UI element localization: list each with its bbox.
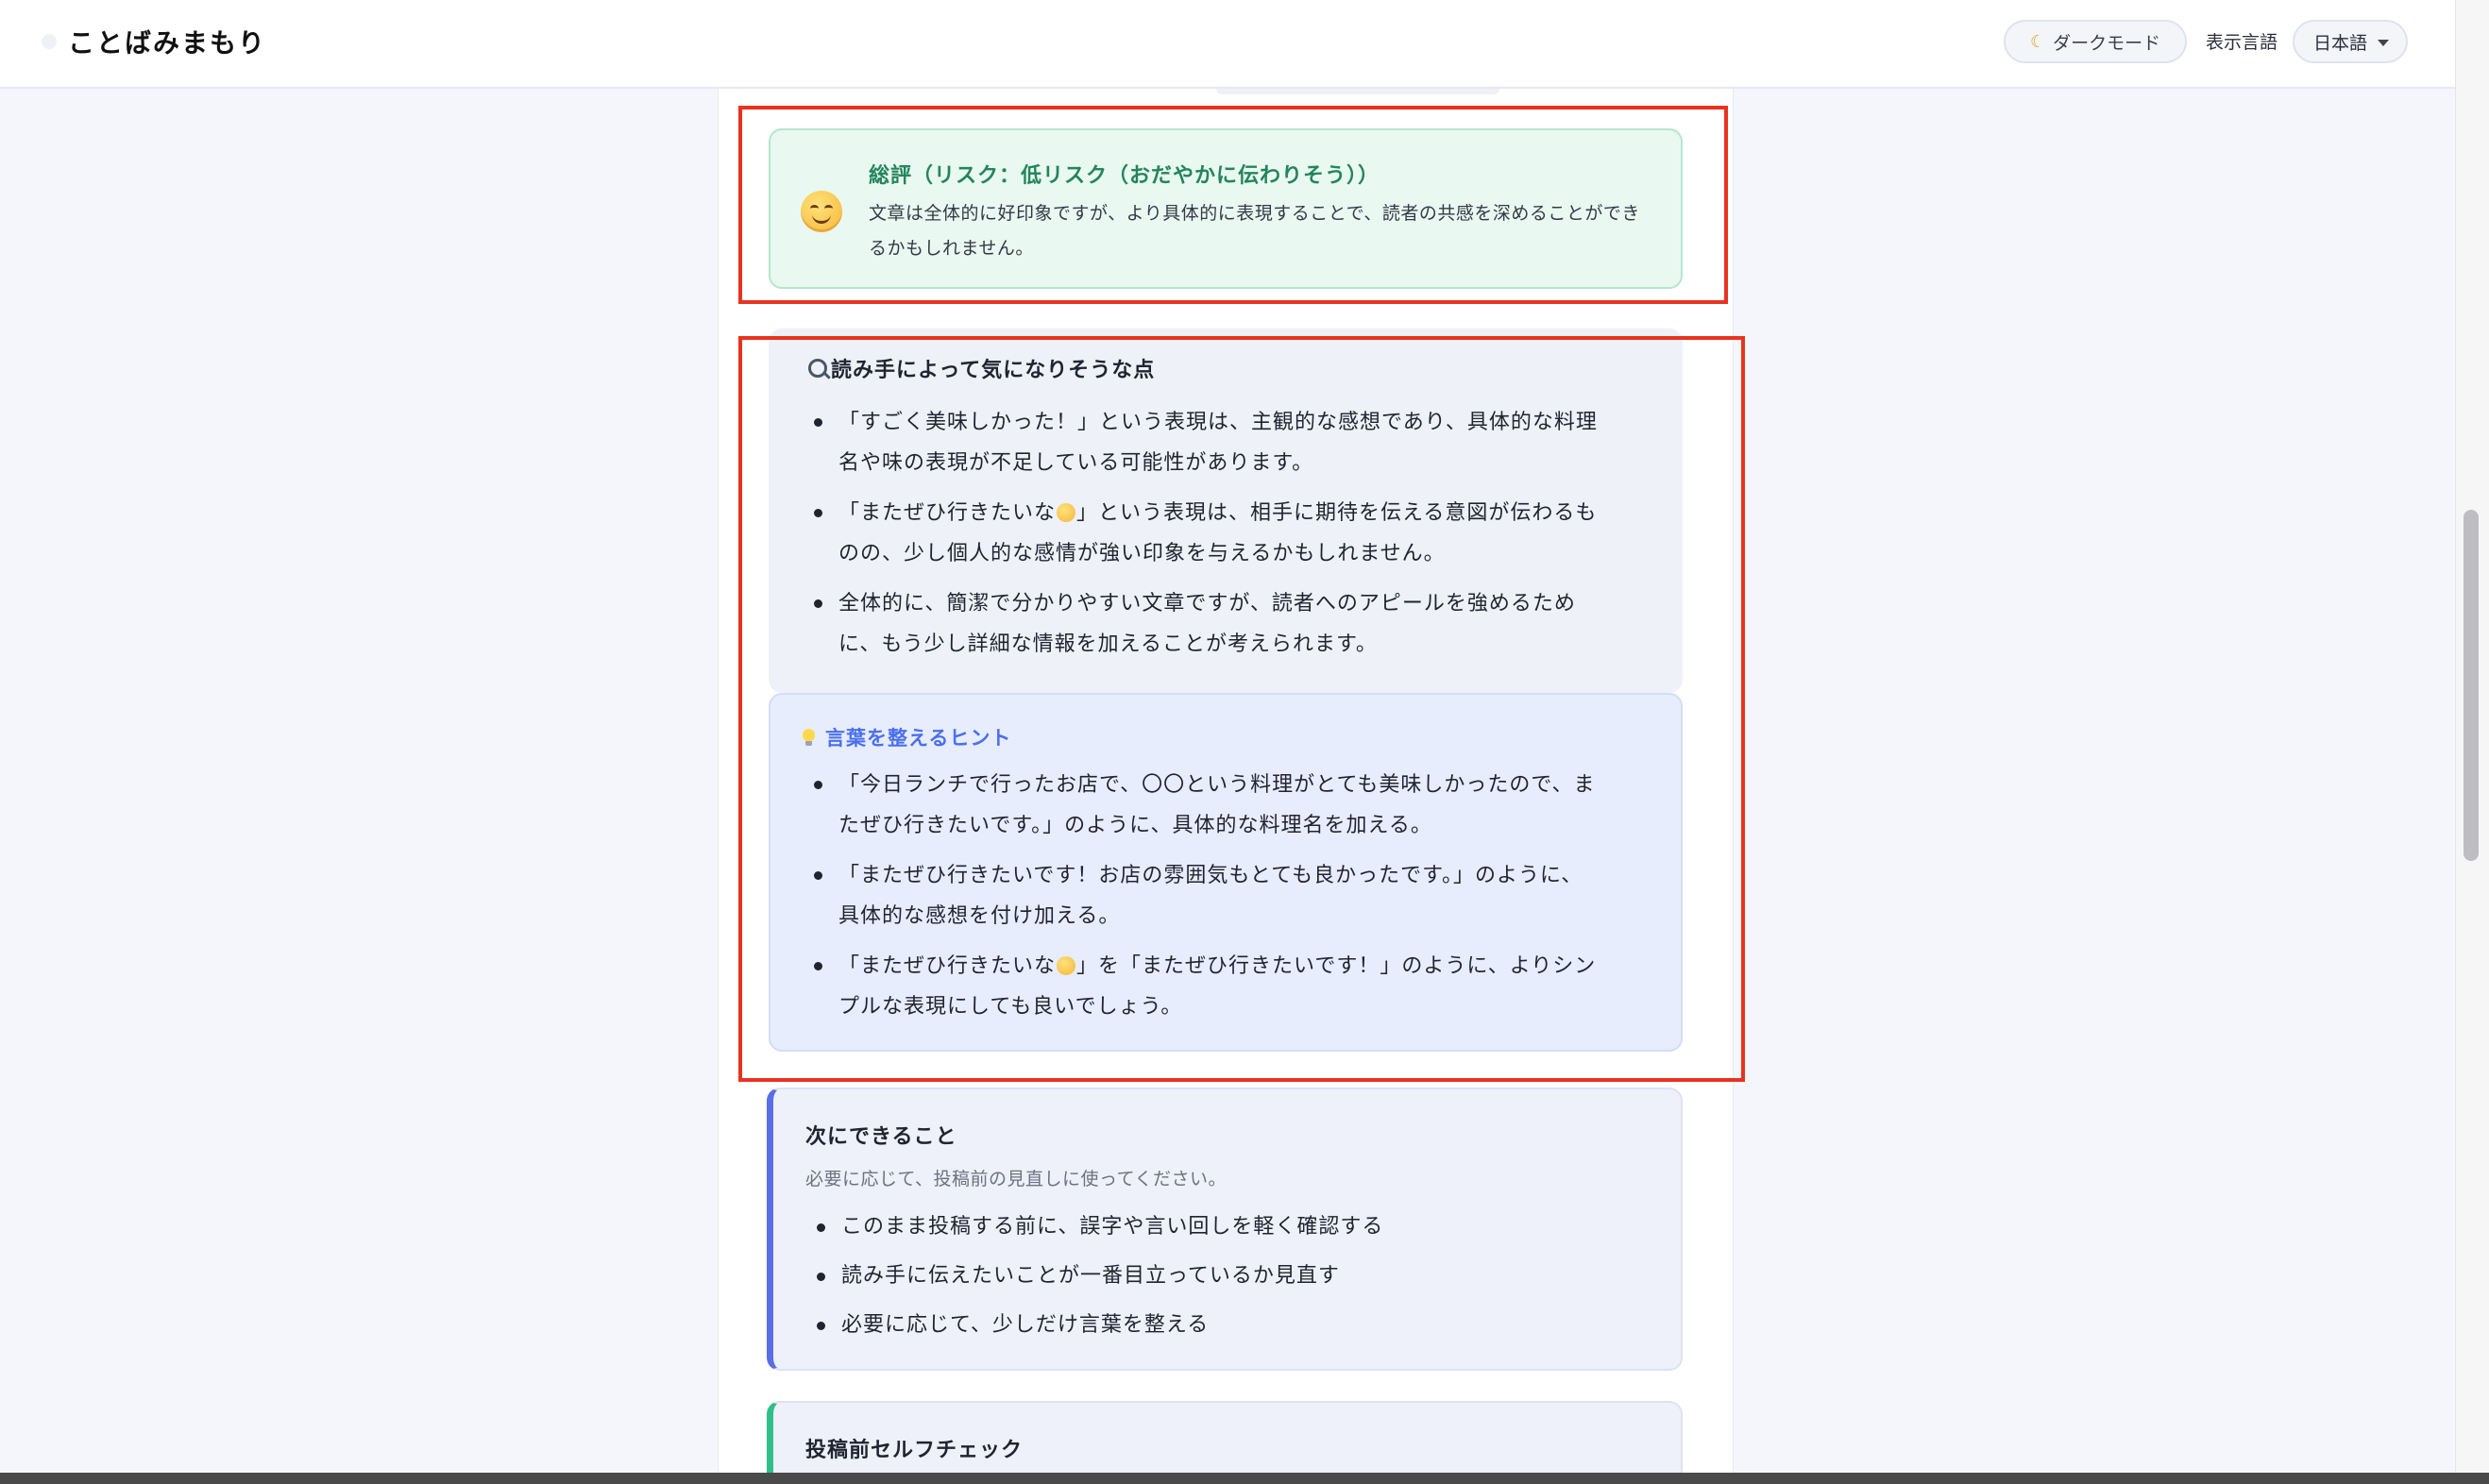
window-bottom-edge: [0, 1473, 2489, 1484]
summary-title: 総評（リスク：低リスク（おだやかに伝わりそう））: [869, 164, 1380, 188]
list-item-line: 「今日ランチで行ったお店で、〇〇という料理がとても美味しかったので、ま: [838, 773, 1596, 797]
list-item: 「今日ランチで行ったお店で、〇〇という料理がとても美味しかったので、ま たぜひ行…: [814, 765, 1669, 846]
summary-card: 総評（リスク：低リスク（おだやかに伝わりそう）） 文章は全体的に好印象ですが、よ…: [769, 128, 1683, 289]
reader-concerns-list: 「すごく美味しかった！」という表現は、主観的な感想であり、具体的な料理 名や味の…: [814, 402, 1669, 665]
next-steps-heading: 次にできること: [805, 1125, 957, 1149]
list-item-line: に、もう少し詳細な情報を加えることが考えられます。: [838, 632, 1378, 656]
self-check-heading: 投稿前セルフチェック: [805, 1439, 1024, 1462]
wording-hints-heading: 言葉を整えるヒント: [825, 727, 1012, 750]
scrollbar-thumb[interactable]: [2464, 510, 2479, 861]
list-item-line: 「またぜひ行きたいな 」という表現は、相手に期待を伝える意図が伝わるも: [838, 493, 1669, 533]
list-item: 全体的に、簡潔で分かりやすい文章ですが、読者へのアピールを強めるため に、もう少…: [814, 583, 1669, 665]
list-item-line: のの、少し個人的な感情が強い印象を与えるかもしれません。: [838, 542, 1446, 565]
smiling-face-icon: [801, 191, 842, 232]
list-item: 「またぜひ行きたいな 」という表現は、相手に期待を伝える意図が伝わるも のの、少し…: [814, 493, 1669, 574]
list-item-text: 」という表現は、相手に期待を伝える意図が伝わるも: [1076, 501, 1598, 525]
language-select[interactable]: 日本語: [2293, 20, 2408, 63]
summary-body: 文章は全体的に好印象ですが、より具体的に表現することで、読者の共感を深めることが…: [869, 203, 1640, 259]
smiling-face-icon: [1057, 956, 1076, 975]
list-item-line: 「またぜひ行きたいな 」を「またぜひ行きたいです！」のように、よりシン: [838, 946, 1669, 987]
previous-section-edge: [1216, 89, 1499, 94]
app-title[interactable]: ことばみまもり: [68, 23, 266, 60]
list-item-text: 」を「またぜひ行きたいです！」のように、よりシン: [1076, 954, 1597, 978]
list-item-line: プルな表現にしても良いでしょう。: [838, 995, 1183, 1019]
smiling-face-icon: [1057, 503, 1076, 522]
list-item: 「またぜひ行きたいです！お店の雰囲気もとても良かったです。」のように、 具体的な…: [814, 855, 1669, 936]
reader-concerns-heading: 読み手によって気になりそうな点: [831, 359, 1156, 382]
list-item: 「またぜひ行きたいな 」を「またぜひ行きたいです！」のように、よりシン プルな表現…: [814, 946, 1669, 1027]
list-item-line: 具体的な感想を付け加える。: [838, 904, 1121, 928]
magnifier-icon: [808, 359, 827, 378]
list-item-line: 名や味の表現が不足している可能性があります。: [838, 451, 1314, 475]
list-item: 「すごく美味しかった！」という表現は、主観的な感想であり、具体的な料理 名や味の…: [814, 402, 1669, 483]
wording-hints-card: 言葉を整えるヒント 「今日ランチで行ったお店で、〇〇という料理がとても美味しかっ…: [769, 693, 1683, 1052]
self-check-card: 投稿前セルフチェック: [767, 1401, 1683, 1484]
logo-icon: [42, 34, 57, 49]
top-header: ことばみまもり ☾ ダークモード 表示言語 日本語: [0, 0, 2455, 89]
list-item-line: 全体的に、簡潔で分かりやすい文章ですが、読者へのアピールを強めるため: [838, 592, 1576, 616]
list-item: このまま投稿する前に、誤字や言い回しを軽く確認する: [817, 1203, 1653, 1252]
list-item-line: たぜひ行きたいです。」のように、具体的な料理名を加える。: [838, 814, 1432, 837]
moon-icon: ☾: [2030, 31, 2046, 52]
next-steps-list: このまま投稿する前に、誤字や言い回しを軽く確認する 読み手に伝えたいことが一番目…: [817, 1203, 1653, 1350]
smile-mouth: [812, 211, 831, 224]
language-selected-value: 日本語: [2313, 32, 2368, 54]
list-item-line: 「またぜひ行きたいです！お店の雰囲気もとても良かったです。」のように、: [838, 864, 1583, 887]
list-item-text: 「またぜひ行きたいな: [838, 501, 1057, 525]
caret-down-icon: [2378, 40, 2389, 46]
language-label: 表示言語: [2206, 32, 2278, 53]
reader-concerns-card: 読み手によって気になりそうな点 「すごく美味しかった！」という表現は、主観的な感…: [769, 329, 1683, 693]
app-window: ことばみまもり ☾ ダークモード 表示言語 日本語 総評（リスク：低リスク（おだ…: [0, 0, 2489, 1484]
list-item-line: 「すごく美味しかった！」という表現は、主観的な感想であり、具体的な料理: [838, 411, 1598, 434]
list-item: 読み手に伝えたいことが一番目立っているか見直す: [817, 1252, 1653, 1301]
wording-hints-list: 「今日ランチで行ったお店で、〇〇という料理がとても美味しかったので、ま たぜひ行…: [814, 765, 1669, 1027]
dark-mode-toggle[interactable]: ☾ ダークモード: [2004, 20, 2188, 63]
list-item-text: 「またぜひ行きたいな: [838, 954, 1057, 978]
next-steps-card: 次にできること 必要に応じて、投稿前の見直しに使ってください。 このまま投稿する…: [767, 1088, 1683, 1371]
dark-mode-label: ダークモード: [2053, 32, 2161, 54]
next-steps-subtitle: 必要に応じて、投稿前の見直しに使ってください。: [805, 1169, 1228, 1189]
lightbulb-icon: [803, 729, 815, 746]
list-item: 必要に応じて、少しだけ言葉を整える: [817, 1301, 1653, 1350]
